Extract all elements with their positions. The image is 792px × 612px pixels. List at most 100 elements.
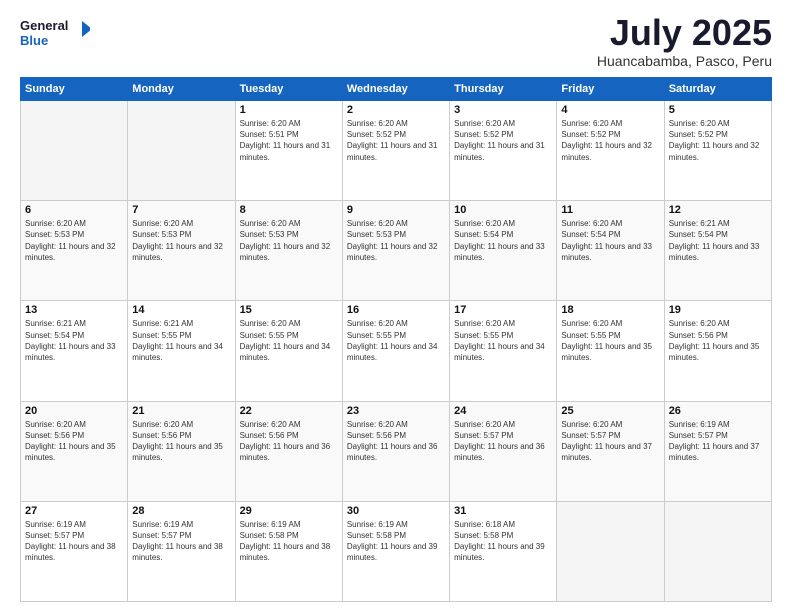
table-row: 22 Sunrise: 6:20 AM Sunset: 5:56 PM Dayli… <box>235 401 342 501</box>
cell-info: Sunrise: 6:20 AM Sunset: 5:55 PM Dayligh… <box>347 318 445 363</box>
day-number: 24 <box>454 405 552 417</box>
cell-info: Sunrise: 6:20 AM Sunset: 5:53 PM Dayligh… <box>240 218 338 263</box>
day-number: 16 <box>347 304 445 316</box>
cell-info: Sunrise: 6:20 AM Sunset: 5:54 PM Dayligh… <box>561 218 659 263</box>
table-row: 28 Sunrise: 6:19 AM Sunset: 5:57 PM Dayli… <box>128 501 235 601</box>
cell-info: Sunrise: 6:20 AM Sunset: 5:52 PM Dayligh… <box>454 118 552 163</box>
day-number: 30 <box>347 505 445 517</box>
table-row: 3Sunrise: 6:20 AM Sunset: 5:52 PM Daylig… <box>450 101 557 201</box>
day-number: 5 <box>669 104 767 116</box>
day-number: 10 <box>454 204 552 216</box>
day-number: 2 <box>347 104 445 116</box>
logo-svg: General Blue <box>20 15 90 55</box>
cell-info: Sunrise: 6:19 AM Sunset: 5:58 PM Dayligh… <box>240 519 338 564</box>
table-row: 23 Sunrise: 6:20 AM Sunset: 5:56 PM Dayli… <box>342 401 449 501</box>
table-row: 25 Sunrise: 6:20 AM Sunset: 5:57 PM Dayli… <box>557 401 664 501</box>
day-number: 25 <box>561 405 659 417</box>
table-row: 10 Sunrise: 6:20 AM Sunset: 5:54 PM Dayli… <box>450 201 557 301</box>
table-row: 18 Sunrise: 6:20 AM Sunset: 5:55 PM Dayli… <box>557 301 664 401</box>
day-number: 8 <box>240 204 338 216</box>
day-number: 12 <box>669 204 767 216</box>
table-row: 24 Sunrise: 6:20 AM Sunset: 5:57 PM Dayli… <box>450 401 557 501</box>
calendar-week-3: 20 Sunrise: 6:20 AM Sunset: 5:56 PM Dayli… <box>21 401 772 501</box>
cell-info: Sunrise: 6:20 AM Sunset: 5:52 PM Dayligh… <box>561 118 659 163</box>
day-number: 26 <box>669 405 767 417</box>
col-tuesday: Tuesday <box>235 78 342 101</box>
table-row: 1Sunrise: 6:20 AM Sunset: 5:51 PM Daylig… <box>235 101 342 201</box>
day-number: 18 <box>561 304 659 316</box>
cell-info: Sunrise: 6:20 AM Sunset: 5:53 PM Dayligh… <box>347 218 445 263</box>
cell-info: Sunrise: 6:20 AM Sunset: 5:55 PM Dayligh… <box>561 318 659 363</box>
table-row: 14 Sunrise: 6:21 AM Sunset: 5:55 PM Dayli… <box>128 301 235 401</box>
table-row: 30Sunrise: 6:19 AM Sunset: 5:58 PM Dayli… <box>342 501 449 601</box>
day-number: 21 <box>132 405 230 417</box>
day-number: 15 <box>240 304 338 316</box>
table-row: 21 Sunrise: 6:20 AM Sunset: 5:56 PM Dayli… <box>128 401 235 501</box>
day-number: 11 <box>561 204 659 216</box>
cell-info: Sunrise: 6:19 AM Sunset: 5:57 PM Dayligh… <box>669 419 767 464</box>
day-number: 22 <box>240 405 338 417</box>
header-row: Sunday Monday Tuesday Wednesday Thursday… <box>21 78 772 101</box>
location: Huancabamba, Pasco, Peru <box>597 53 772 69</box>
table-row: 26 Sunrise: 6:19 AM Sunset: 5:57 PM Dayli… <box>664 401 771 501</box>
day-number: 13 <box>25 304 123 316</box>
cell-info: Sunrise: 6:20 AM Sunset: 5:56 PM Dayligh… <box>669 318 767 363</box>
table-row <box>21 101 128 201</box>
calendar-week-1: 6 Sunrise: 6:20 AM Sunset: 5:53 PM Daylig… <box>21 201 772 301</box>
table-row: 8 Sunrise: 6:20 AM Sunset: 5:53 PM Daylig… <box>235 201 342 301</box>
cell-info: Sunrise: 6:20 AM Sunset: 5:54 PM Dayligh… <box>454 218 552 263</box>
cell-info: Sunrise: 6:20 AM Sunset: 5:57 PM Dayligh… <box>454 419 552 464</box>
day-number: 27 <box>25 505 123 517</box>
svg-text:Blue: Blue <box>20 33 48 48</box>
table-row: 16 Sunrise: 6:20 AM Sunset: 5:55 PM Dayli… <box>342 301 449 401</box>
col-friday: Friday <box>557 78 664 101</box>
day-number: 4 <box>561 104 659 116</box>
cell-info: Sunrise: 6:20 AM Sunset: 5:57 PM Dayligh… <box>561 419 659 464</box>
logo: General Blue <box>20 15 90 55</box>
month-title: July 2025 <box>597 15 772 51</box>
table-row <box>128 101 235 201</box>
day-number: 17 <box>454 304 552 316</box>
col-wednesday: Wednesday <box>342 78 449 101</box>
cell-info: Sunrise: 6:20 AM Sunset: 5:55 PM Dayligh… <box>240 318 338 363</box>
table-row: 17 Sunrise: 6:20 AM Sunset: 5:55 PM Dayli… <box>450 301 557 401</box>
cell-info: Sunrise: 6:21 AM Sunset: 5:54 PM Dayligh… <box>25 318 123 363</box>
day-number: 14 <box>132 304 230 316</box>
table-row: 29 Sunrise: 6:19 AM Sunset: 5:58 PM Dayli… <box>235 501 342 601</box>
cell-info: Sunrise: 6:19 AM Sunset: 5:57 PM Dayligh… <box>25 519 123 564</box>
cell-info: Sunrise: 6:18 AM Sunset: 5:58 PM Dayligh… <box>454 519 552 564</box>
table-row: 9Sunrise: 6:20 AM Sunset: 5:53 PM Daylig… <box>342 201 449 301</box>
cell-info: Sunrise: 6:21 AM Sunset: 5:55 PM Dayligh… <box>132 318 230 363</box>
cell-info: Sunrise: 6:20 AM Sunset: 5:55 PM Dayligh… <box>454 318 552 363</box>
day-number: 6 <box>25 204 123 216</box>
cell-info: Sunrise: 6:20 AM Sunset: 5:53 PM Dayligh… <box>132 218 230 263</box>
day-number: 20 <box>25 405 123 417</box>
calendar-week-0: 1Sunrise: 6:20 AM Sunset: 5:51 PM Daylig… <box>21 101 772 201</box>
header: General Blue July 2025 Huancabamba, Pasc… <box>20 15 772 69</box>
calendar-week-4: 27 Sunrise: 6:19 AM Sunset: 5:57 PM Dayli… <box>21 501 772 601</box>
table-row: 15 Sunrise: 6:20 AM Sunset: 5:55 PM Dayli… <box>235 301 342 401</box>
day-number: 28 <box>132 505 230 517</box>
table-row: 13 Sunrise: 6:21 AM Sunset: 5:54 PM Dayli… <box>21 301 128 401</box>
day-number: 1 <box>240 104 338 116</box>
cell-info: Sunrise: 6:20 AM Sunset: 5:56 PM Dayligh… <box>132 419 230 464</box>
cell-info: Sunrise: 6:20 AM Sunset: 5:56 PM Dayligh… <box>347 419 445 464</box>
day-number: 7 <box>132 204 230 216</box>
table-row <box>557 501 664 601</box>
cell-info: Sunrise: 6:21 AM Sunset: 5:54 PM Dayligh… <box>669 218 767 263</box>
col-sunday: Sunday <box>21 78 128 101</box>
cell-info: Sunrise: 6:20 AM Sunset: 5:56 PM Dayligh… <box>25 419 123 464</box>
calendar-table: Sunday Monday Tuesday Wednesday Thursday… <box>20 77 772 602</box>
table-row: 7 Sunrise: 6:20 AM Sunset: 5:53 PM Daylig… <box>128 201 235 301</box>
day-number: 31 <box>454 505 552 517</box>
table-row: 11 Sunrise: 6:20 AM Sunset: 5:54 PM Dayli… <box>557 201 664 301</box>
cell-info: Sunrise: 6:19 AM Sunset: 5:57 PM Dayligh… <box>132 519 230 564</box>
table-row: 12 Sunrise: 6:21 AM Sunset: 5:54 PM Dayli… <box>664 201 771 301</box>
table-row: 31 Sunrise: 6:18 AM Sunset: 5:58 PM Dayli… <box>450 501 557 601</box>
table-row: 2Sunrise: 6:20 AM Sunset: 5:52 PM Daylig… <box>342 101 449 201</box>
col-saturday: Saturday <box>664 78 771 101</box>
cell-info: Sunrise: 6:20 AM Sunset: 5:56 PM Dayligh… <box>240 419 338 464</box>
day-number: 29 <box>240 505 338 517</box>
table-row: 5Sunrise: 6:20 AM Sunset: 5:52 PM Daylig… <box>664 101 771 201</box>
day-number: 23 <box>347 405 445 417</box>
